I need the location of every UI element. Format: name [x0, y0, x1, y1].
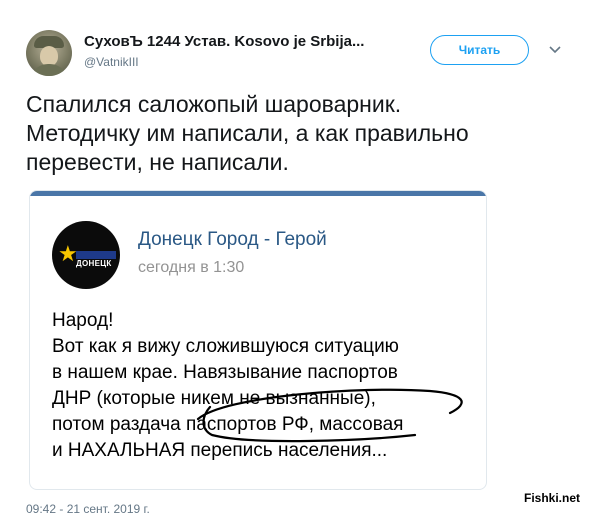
follow-button[interactable]: Читать — [430, 35, 529, 65]
avatar-face — [40, 46, 58, 66]
embedded-post-card[interactable]: ★ ДОНЕЦК Донецк Город - Герой сегодня в … — [29, 190, 487, 490]
logo-text: ДОНЕЦК — [76, 259, 112, 268]
star-icon: ★ — [58, 241, 78, 266]
chevron-down-icon[interactable] — [548, 42, 562, 56]
avatar-shoulders — [30, 64, 68, 76]
post-text: Народ! Вот как я вижу сложившуюся ситуац… — [52, 308, 482, 464]
post-text-line: потом раздача паспортов РФ, массовая — [52, 414, 404, 435]
tweet-text-line: перевести, не написали. — [26, 149, 289, 175]
post-text-line: в нашем крае. Навязывание паспортов — [52, 362, 398, 383]
tweet-text-line: Спалился саложопый шароварник. — [26, 91, 402, 117]
card-accent-bar — [30, 191, 486, 196]
post-text-line: ДНР (которые никем не вызнанные), — [52, 388, 376, 409]
logo-ribbon — [76, 251, 116, 259]
tweet-text: Спалился саложопый шароварник. Методичку… — [26, 90, 586, 177]
tweet-text-line: Методичку им написали, а как правильно — [26, 120, 469, 146]
user-handle[interactable]: @VatnikIII — [84, 55, 139, 69]
watermark: Fishki.net — [524, 491, 581, 505]
post-text-line: и НАХАЛЬНАЯ перепись населения... — [52, 440, 388, 461]
tweet-timestamp[interactable]: 09:42 - 21 сент. 2019 г. — [26, 502, 150, 516]
avatar[interactable] — [26, 30, 72, 76]
post-text-line: Вот как я вижу сложившуюся ситуацию — [52, 336, 399, 357]
group-name[interactable]: Донецк Город - Герой — [138, 229, 327, 251]
group-logo[interactable]: ★ ДОНЕЦК — [52, 221, 120, 289]
display-name[interactable]: СуховЪ 1244 Устав. Kosovo je Srbija... — [84, 33, 364, 50]
post-time[interactable]: сегодня в 1:30 — [138, 259, 244, 277]
post-text-line: Народ! — [52, 310, 114, 331]
